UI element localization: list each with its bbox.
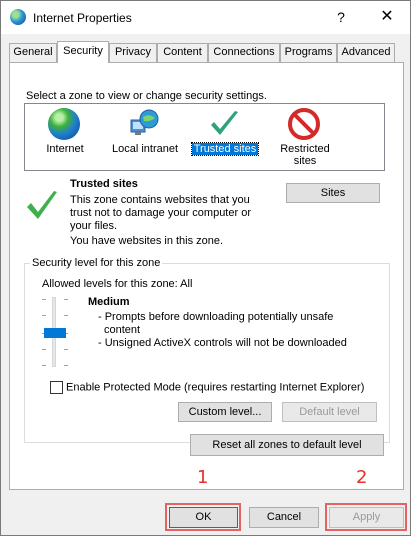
zone-list: Internet Local intranet Trusted sites Re… [24,103,385,171]
reset-all-zones-button[interactable]: Reset all zones to default level [190,434,384,456]
close-button[interactable]: ✕ [373,6,401,28]
zone-label: Trusted sites [190,142,260,156]
security-level-name: Medium [88,296,130,308]
slider-tick [64,349,68,350]
security-level-group-title: Security level for this zone [30,257,163,269]
globe-icon [48,108,80,140]
custom-level-button[interactable]: Custom level... [178,402,272,422]
zone-internet[interactable]: Internet [25,104,105,172]
cancel-button[interactable]: Cancel [249,507,319,528]
annotation-marker-2: 2 [356,467,368,488]
tab-content[interactable]: Content [157,43,208,62]
tab-advanced[interactable]: Advanced [337,43,395,62]
slider-tick [42,365,46,366]
check-icon [211,111,238,135]
zone-label: Internet [46,143,84,155]
tab-security[interactable]: Security [57,41,109,63]
internet-explorer-icon [10,9,26,25]
slider-tick [64,365,68,366]
zone-trusted-sites[interactable]: Trusted sites [185,104,265,172]
zone-label: Restricted sites [280,143,330,167]
allowed-levels-label: Allowed levels for this zone: All [42,278,193,290]
annotation-box-ok [165,503,241,531]
slider-tick [42,349,46,350]
restricted-icon [288,108,320,140]
window-title: Internet Properties [33,11,132,25]
tab-privacy[interactable]: Privacy [109,43,157,62]
zone-select-prompt: Select a zone to view or change security… [26,90,267,102]
tab-programs[interactable]: Programs [280,43,337,62]
slider-tick [42,299,46,300]
intranet-icon [130,109,159,135]
annotation-marker-1: 1 [197,467,209,488]
slider-thumb[interactable] [44,328,66,338]
annotation-box-apply [325,503,407,531]
protected-mode-row[interactable]: Enable Protected Mode (requires restarti… [50,381,364,394]
internet-properties-dialog: Internet Properties ? ✕ General Security… [0,0,411,536]
zone-title: Trusted sites [70,178,138,190]
slider-tick [64,315,68,316]
title-bar: Internet Properties ? ✕ [1,1,410,34]
security-level-description: - Prompts before downloading potentially… [98,311,347,349]
default-level-button[interactable]: Default level [282,402,377,422]
zone-label: Local intranet [111,143,179,155]
zone-note: You have websites in this zone. [70,235,224,247]
zone-description: This zone contains websites that you tru… [70,194,251,232]
trusted-check-icon [27,191,57,219]
security-tab-panel: Select a zone to view or change security… [9,62,404,490]
tab-general[interactable]: General [9,43,57,62]
slider-tick [64,299,68,300]
slider-tick [42,315,46,316]
help-button[interactable]: ? [329,6,353,28]
tab-strip: General Security Privacy Content Connect… [9,41,404,63]
zone-restricted-sites[interactable]: Restricted sites [265,104,345,172]
zone-local-intranet[interactable]: Local intranet [105,104,185,172]
tab-connections[interactable]: Connections [208,43,280,62]
protected-mode-checkbox[interactable] [50,381,63,394]
sites-button[interactable]: Sites [286,183,380,203]
protected-mode-label: Enable Protected Mode (requires restarti… [66,381,365,394]
security-level-slider[interactable] [40,297,70,367]
